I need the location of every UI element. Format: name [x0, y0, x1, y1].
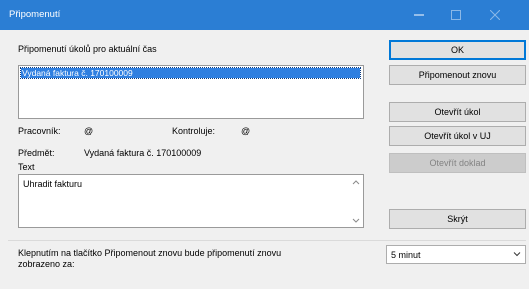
remind-again-button[interactable]: Připomenout znovu — [389, 65, 526, 85]
open-document-button: Otevřít doklad — [389, 153, 526, 173]
remind-note-line1: Klepnutím na tlačítko Připomenout znovu … — [18, 248, 282, 258]
footer-divider — [8, 240, 526, 241]
reminders-heading: Připomenutí úkolů pro aktuální čas — [18, 44, 157, 54]
scroll-down-button[interactable] — [351, 216, 361, 226]
remind-interval-select[interactable]: 5 minut — [386, 245, 526, 264]
window-title: Připomenutí — [9, 9, 61, 20]
worker-label: Pracovník: — [18, 126, 61, 136]
reminder-list[interactable]: Vydaná faktura č. 170100009 — [18, 65, 364, 119]
checker-value: @ — [241, 126, 251, 136]
chevron-down-icon — [352, 216, 360, 226]
subject-label: Předmět: — [18, 148, 55, 158]
close-icon — [490, 10, 500, 20]
worker-value: @ — [84, 126, 94, 136]
maximize-icon — [451, 10, 461, 20]
open-task-button[interactable]: Otevřít úkol — [389, 102, 526, 122]
maximize-button[interactable] — [438, 0, 474, 30]
open-task-in-uj-button[interactable]: Otevřít úkol v UJ — [389, 126, 526, 146]
text-label: Text — [18, 162, 35, 172]
chevron-up-icon — [352, 177, 360, 187]
remind-note-line2: zobrazeno za: — [18, 259, 75, 269]
subject-value: Vydaná faktura č. 170100009 — [84, 148, 202, 158]
minimize-button[interactable] — [401, 0, 437, 30]
reminder-text-value: Uhradit fakturu — [23, 179, 83, 189]
ok-button[interactable]: OK — [389, 40, 526, 60]
reminder-text-box[interactable]: Uhradit fakturu — [18, 174, 364, 228]
scroll-up-button[interactable] — [351, 177, 361, 187]
title-bar[interactable]: Připomenutí — [0, 0, 529, 30]
list-item[interactable]: Vydaná faktura č. 170100009 — [20, 67, 361, 79]
chevron-down-icon — [513, 250, 521, 260]
minimize-icon — [414, 10, 424, 20]
close-button[interactable] — [477, 0, 513, 30]
checker-label: Kontroluje: — [172, 126, 216, 136]
hide-button[interactable]: Skrýt — [389, 209, 526, 229]
remind-interval-value: 5 minut — [391, 250, 421, 260]
